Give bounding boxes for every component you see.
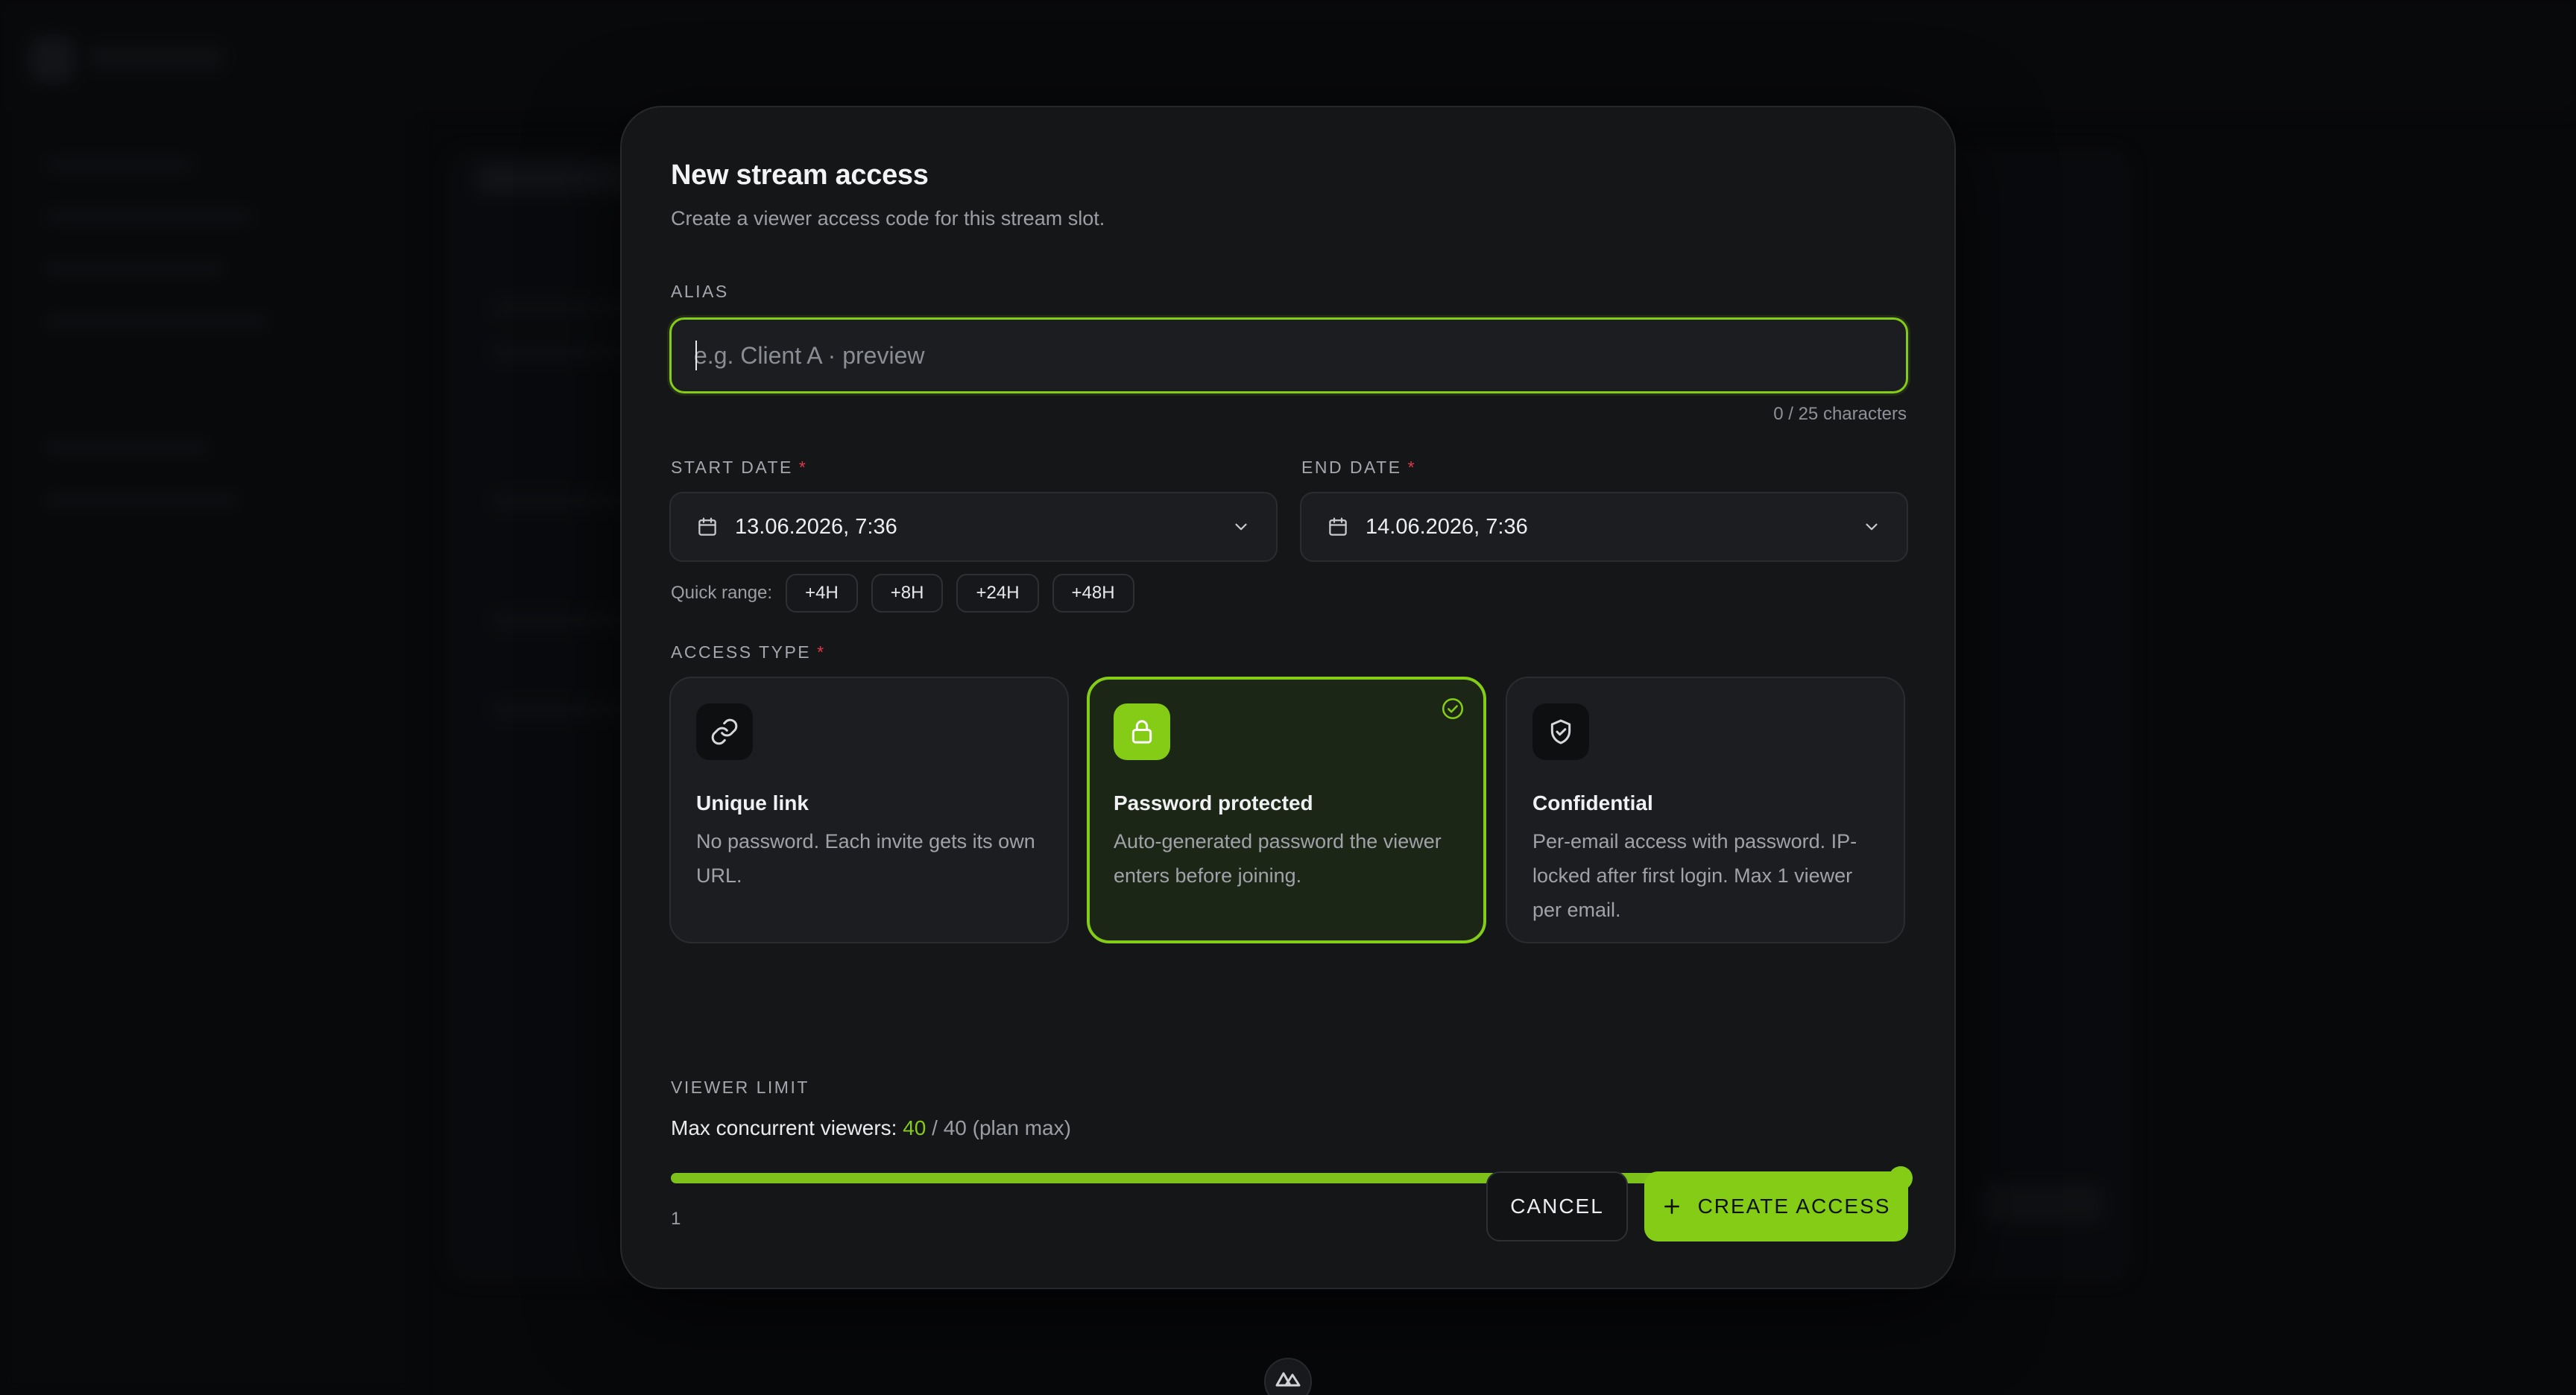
background-logo-text	[89, 46, 224, 69]
viewer-limit-max: 40	[943, 1116, 967, 1139]
access-type-card-password-protected[interactable]: Password protected Auto-generated passwo…	[1087, 677, 1486, 943]
quick-range-24h-button[interactable]: +24H	[956, 574, 1039, 613]
card-title: Password protected	[1114, 791, 1313, 814]
viewer-limit-suffix: (plan max)	[972, 1116, 1071, 1139]
card-title: Confidential	[1532, 791, 1653, 814]
background-logo	[30, 37, 75, 82]
card-icon-box	[1114, 703, 1170, 760]
chevron-down-icon	[1866, 523, 1878, 531]
alias-char-count: 0 / 25 characters	[1773, 404, 1907, 424]
start-date-picker[interactable]: 13.06.2026, 7:36	[669, 492, 1278, 562]
end-date-value: 14.06.2026, 7:36	[1366, 514, 1528, 539]
card-icon-box	[1532, 703, 1589, 760]
chevron-down-icon	[1235, 523, 1247, 531]
text-caret	[695, 341, 697, 370]
alias-field[interactable]	[669, 317, 1908, 393]
cancel-button[interactable]: CANCEL	[1486, 1171, 1628, 1241]
background-topbar	[0, 0, 2576, 112]
end-date-label: END DATE *	[1301, 458, 1415, 478]
access-type-label-text: ACCESS TYPE	[671, 642, 812, 662]
background-sidebar-line	[45, 209, 253, 225]
background-sidebar-line	[45, 156, 194, 173]
start-date-value: 13.06.2026, 7:36	[735, 514, 897, 539]
alias-input[interactable]	[672, 320, 1906, 391]
viewer-limit-separator: /	[932, 1116, 938, 1139]
viewer-limit-summary: Max concurrent viewers: 40 / 40 (plan ma…	[671, 1116, 1071, 1140]
new-stream-access-modal: New stream access Create a viewer access…	[620, 106, 1956, 1289]
required-marker: *	[798, 458, 806, 477]
quick-range-label: Quick range:	[671, 583, 773, 603]
link-icon	[711, 718, 738, 745]
background-sidebar-line	[45, 440, 209, 456]
card-description: Per-email access with password. IP-locke…	[1532, 830, 1857, 921]
card-description: No password. Each invite gets its own UR…	[696, 830, 1035, 887]
background-sidebar-line	[45, 261, 224, 277]
modal-subtitle: Create a viewer access code for this str…	[671, 207, 1105, 230]
end-date-picker[interactable]: 14.06.2026, 7:36	[1300, 492, 1908, 562]
plus-icon	[1664, 1199, 1679, 1214]
lock-icon	[1131, 720, 1152, 744]
calendar-icon	[698, 517, 716, 536]
check-circle-icon	[1442, 698, 1464, 720]
start-date-label-text: START DATE	[671, 458, 793, 477]
access-type-card-unique-link[interactable]: Unique link No password. Each invite get…	[669, 677, 1069, 943]
quick-range: Quick range: +4H +8H +24H +48H	[671, 572, 1148, 614]
calendar-icon	[1329, 517, 1347, 536]
end-date-label-text: END DATE	[1301, 458, 1402, 477]
background-button	[1983, 1185, 2102, 1222]
start-date-label: START DATE *	[671, 458, 806, 478]
card-description: Auto-generated password the viewer enter…	[1114, 830, 1442, 887]
background-sidebar	[0, 112, 417, 1395]
card-title: Unique link	[696, 791, 809, 814]
background-sidebar-line	[45, 313, 268, 329]
viewer-limit-current: 40	[903, 1116, 926, 1139]
access-type-label: ACCESS TYPE *	[671, 642, 824, 662]
shield-check-icon	[1550, 719, 1571, 744]
background-sidebar-line	[45, 492, 239, 508]
quick-range-4h-button[interactable]: +4H	[786, 574, 858, 613]
required-marker: *	[817, 642, 824, 662]
quick-range-8h-button[interactable]: +8H	[871, 574, 944, 613]
create-access-button[interactable]: CREATE ACCESS	[1644, 1171, 1908, 1241]
viewer-limit-label: VIEWER LIMIT	[671, 1078, 809, 1097]
create-access-label: CREATE ACCESS	[1697, 1195, 1891, 1218]
modal-title: New stream access	[671, 159, 929, 191]
required-marker: *	[1407, 458, 1415, 477]
viewer-limit-prefix: Max concurrent viewers:	[671, 1116, 897, 1139]
access-type-card-confidential[interactable]: Confidential Per-email access with passw…	[1506, 677, 1905, 943]
alias-label: ALIAS	[671, 282, 729, 301]
card-icon-box	[696, 703, 753, 760]
quick-range-48h-button[interactable]: +48H	[1052, 574, 1134, 613]
slider-min-label: 1	[671, 1209, 681, 1229]
